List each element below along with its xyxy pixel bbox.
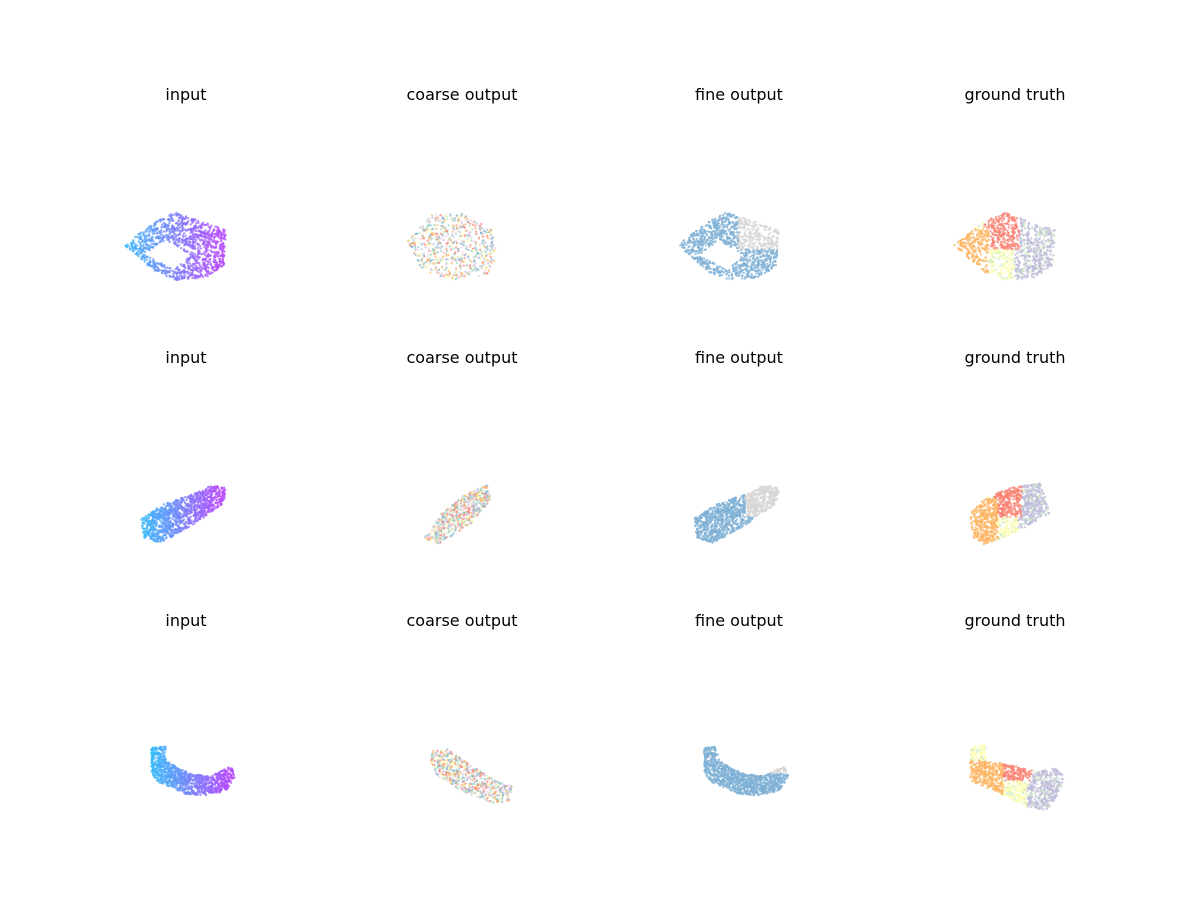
panel-r3-c4: ground truth (877, 611, 1153, 874)
point-cloud (140, 485, 227, 543)
point-cloud-plot (424, 484, 492, 545)
panel-r1-c2: coarse output (324, 85, 600, 348)
panel-r3-c3: fine output (601, 611, 877, 874)
point-cloud (969, 482, 1051, 546)
point-cloud-plot (969, 482, 1051, 546)
panel-r2-c4: ground truth (877, 348, 1153, 611)
panel-title: ground truth (964, 348, 1066, 367)
point-cloud-plot (968, 743, 1065, 811)
panel-r1-c4: ground truth (877, 85, 1153, 348)
point-cloud-plot (429, 748, 513, 804)
panel-r2-c1: input (48, 348, 324, 611)
point-cloud (424, 484, 492, 545)
panel-title: fine output (695, 85, 783, 104)
panel-r1-c1: input (48, 85, 324, 348)
panel-title: input (165, 611, 207, 630)
point-cloud (407, 212, 497, 281)
point-cloud-plot (124, 211, 227, 281)
panel-title: coarse output (406, 348, 518, 367)
point-cloud (693, 485, 780, 544)
point-cloud-plot (140, 485, 227, 543)
panel-r2-c3: fine output (601, 348, 877, 611)
point-cloud (429, 748, 513, 804)
panel-title: ground truth (964, 611, 1066, 630)
point-cloud (124, 211, 227, 281)
panel-title: ground truth (964, 85, 1066, 104)
point-cloud (702, 745, 790, 797)
point-cloud (968, 743, 1065, 811)
point-cloud (149, 745, 236, 797)
panel-title: coarse output (406, 85, 518, 104)
panel-r2-c2: coarse output (324, 348, 600, 611)
panel-title: fine output (695, 348, 783, 367)
point-cloud-plot (407, 212, 497, 281)
panel-r3-c2: coarse output (324, 611, 600, 874)
panel-r1-c3: fine output (601, 85, 877, 348)
point-cloud-plot (149, 745, 236, 797)
point-cloud (953, 211, 1056, 281)
panel-title: input (165, 85, 207, 104)
point-cloud-plot (953, 211, 1056, 281)
figure: input coarse output fine output ground trut… (0, 0, 1200, 900)
point-cloud-plot (693, 485, 780, 544)
point-cloud-plot (702, 745, 790, 797)
panel-title: input (165, 348, 207, 367)
point-cloud-plot (679, 211, 780, 281)
point-cloud (679, 211, 780, 281)
panel-r3-c1: input (48, 611, 324, 874)
panel-title: fine output (695, 611, 783, 630)
panel-title: coarse output (406, 611, 518, 630)
